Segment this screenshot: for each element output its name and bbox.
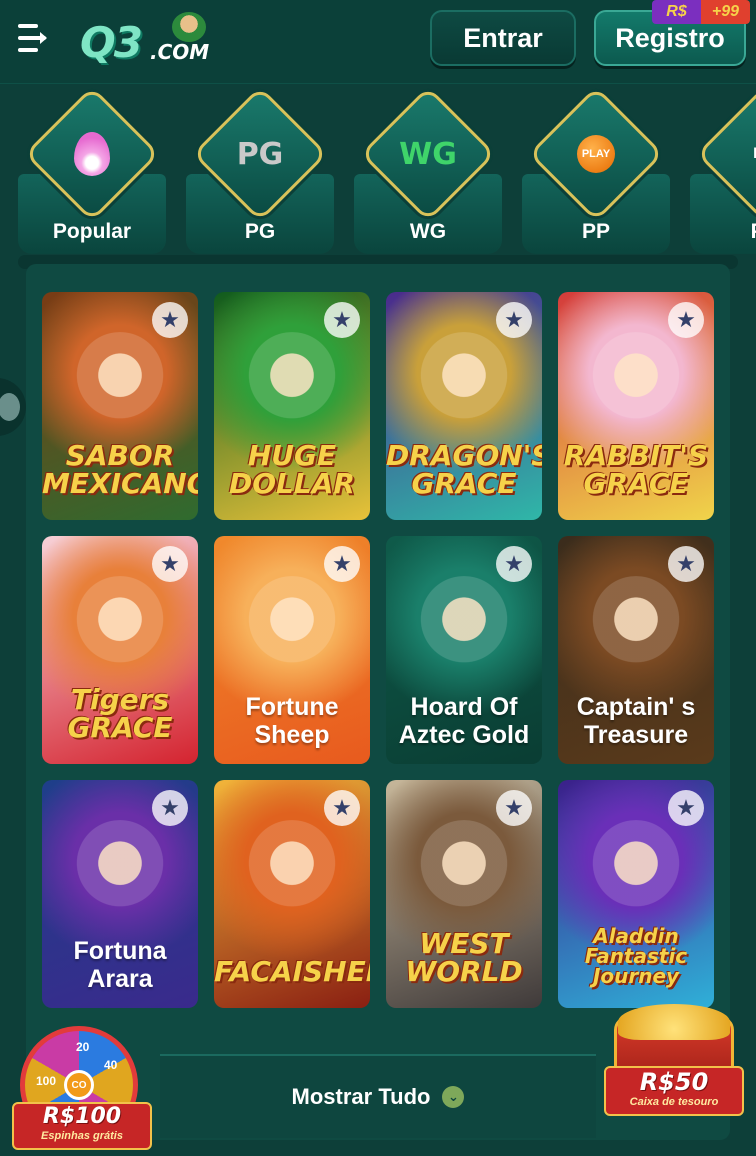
tab-label: PG	[244, 220, 276, 243]
game-logo-text: FACAISHEN	[214, 955, 370, 988]
tab-pp[interactable]: PLAY PP	[504, 86, 670, 256]
tab-po[interactable]: PO Po	[672, 86, 756, 256]
favorite-star-icon[interactable]: ★	[496, 790, 532, 826]
tab-popular[interactable]: Popular	[0, 86, 166, 256]
game-character-art	[588, 820, 684, 916]
game-logo-text: WEST WORLD	[405, 927, 523, 988]
game-card[interactable]: Tigers GRACE ★	[42, 536, 198, 764]
game-character-art	[244, 332, 340, 428]
game-logo-text: RABBIT'S GRACE	[563, 439, 709, 500]
top-bar: Q3 .COM Entrar Registro R$ +99	[0, 0, 756, 84]
login-button[interactable]: Entrar	[430, 10, 576, 66]
game-card[interactable]: Hoard Of Aztec Gold ★	[386, 536, 542, 764]
game-card[interactable]: FACAISHEN ★	[214, 780, 370, 1008]
category-tabs: Popular PG PG WG WG PLAY PP PO Po	[0, 86, 756, 256]
menu-icon[interactable]	[14, 20, 52, 58]
favorite-star-icon[interactable]: ★	[324, 790, 360, 826]
game-title: Fortune Sheep	[245, 692, 339, 750]
game-card[interactable]: HUGE DOLLAR ★	[214, 292, 370, 520]
pg-logo-icon: PG	[236, 136, 284, 172]
tab-label: Popular	[52, 220, 132, 243]
game-title: Hoard Of Aztec Gold	[398, 692, 530, 750]
page: Q3 .COM Entrar Registro R$ +99 Popular P…	[0, 0, 756, 1156]
favorite-star-icon[interactable]: ★	[152, 790, 188, 826]
pp-coin-icon: PLAY	[577, 135, 615, 173]
game-logo-text: Aladdin Fantastic Journey	[584, 924, 688, 988]
gold-coins-icon	[618, 1004, 730, 1040]
site-logo[interactable]: Q3 .COM	[80, 12, 230, 68]
chest-subtitle: Caixa de tesouro	[629, 1096, 719, 1108]
register-bonus-badge: R$ +99	[652, 0, 750, 24]
game-card[interactable]: Fortuna Arara ★	[42, 780, 198, 1008]
game-character-art	[588, 332, 684, 428]
favorite-star-icon[interactable]: ★	[496, 302, 532, 338]
game-character-art	[416, 332, 512, 428]
promo-spin-wheel[interactable]: 20 40 100 CO R$100 Espinhas grátis	[12, 1022, 152, 1152]
favorite-star-icon[interactable]: ★	[668, 546, 704, 582]
game-card[interactable]: Captain' s Treasure ★	[558, 536, 714, 764]
game-character-art	[72, 820, 168, 916]
game-logo-text: HUGE DOLLAR	[229, 439, 355, 500]
logo-suffix: .COM	[150, 40, 210, 64]
po-logo-icon: PO	[712, 126, 756, 182]
chest-ribbon: R$50 Caixa de tesouro	[604, 1066, 744, 1116]
chevron-down-icon: ⌄	[442, 1086, 465, 1108]
favorite-star-icon[interactable]: ★	[152, 546, 188, 582]
favorite-star-icon[interactable]: ★	[496, 546, 532, 582]
favorite-star-icon[interactable]: ★	[668, 302, 704, 338]
tab-label: PP	[581, 220, 610, 243]
side-drawer-handle[interactable]	[0, 378, 26, 436]
wg-logo-icon: WG	[399, 136, 457, 172]
favorite-star-icon[interactable]: ★	[152, 302, 188, 338]
game-character-art	[72, 576, 168, 672]
game-title: Captain' s Treasure	[576, 692, 696, 750]
game-character-art	[72, 332, 168, 428]
tab-pg[interactable]: PG PG	[168, 86, 334, 256]
favorite-star-icon[interactable]: ★	[324, 302, 360, 338]
game-card[interactable]: SABOR MEXICANO ★	[42, 292, 198, 520]
tab-label: Po	[694, 220, 756, 244]
wheel-ribbon: R$100 Espinhas grátis	[12, 1102, 152, 1150]
wheel-number: 20	[76, 1040, 90, 1054]
game-title: Fortuna Arara	[73, 936, 167, 994]
favorite-star-icon[interactable]: ★	[668, 790, 704, 826]
game-card[interactable]: WEST WORLD ★	[386, 780, 542, 1008]
badge-value: +99	[701, 0, 750, 24]
game-logo-text: SABOR MEXICANO	[42, 439, 198, 500]
flame-icon	[74, 132, 110, 176]
game-character-art	[588, 576, 684, 672]
logo-main: Q3	[80, 18, 143, 67]
badge-currency: R$	[652, 0, 701, 24]
wheel-hub: CO	[64, 1070, 94, 1100]
show-all-button[interactable]: Mostrar Tudo ⌄	[160, 1054, 596, 1138]
game-character-art	[416, 576, 512, 672]
game-card[interactable]: Aladdin Fantastic Journey ★	[558, 780, 714, 1008]
logo-mascot-icon	[172, 12, 206, 42]
wheel-amount: R$100	[42, 1104, 122, 1129]
show-all-label: Mostrar Tudo	[291, 1084, 431, 1109]
tab-wg[interactable]: WG WG	[336, 86, 502, 256]
game-card[interactable]: DRAGON'S GRACE ★	[386, 292, 542, 520]
game-card[interactable]: Fortune Sheep ★	[214, 536, 370, 764]
game-character-art	[244, 820, 340, 916]
wheel-number: 100	[36, 1074, 57, 1088]
promo-treasure-chest[interactable]: R$50 Caixa de tesouro	[604, 996, 744, 1126]
game-logo-text: Tigers GRACE	[67, 683, 173, 744]
game-character-art	[416, 820, 512, 916]
game-character-art	[244, 576, 340, 672]
wheel-subtitle: Espinhas grátis	[41, 1130, 123, 1142]
tab-label: WG	[409, 220, 447, 243]
wheel-number: 40	[104, 1058, 118, 1072]
game-card[interactable]: RABBIT'S GRACE ★	[558, 292, 714, 520]
favorite-star-icon[interactable]: ★	[324, 546, 360, 582]
chest-amount: R$50	[639, 1068, 709, 1096]
game-logo-text: DRAGON'S GRACE	[386, 439, 542, 500]
